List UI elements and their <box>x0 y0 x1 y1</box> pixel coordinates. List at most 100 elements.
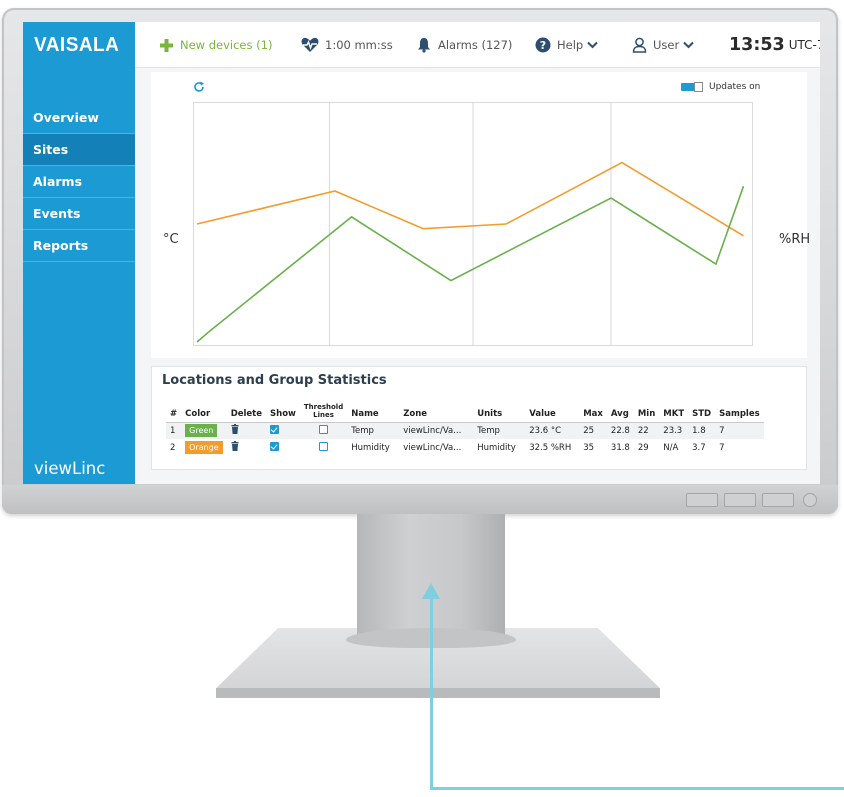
alarms-button[interactable]: Alarms (127) <box>416 22 512 68</box>
user-label: User <box>653 38 680 52</box>
sidebar-nav: Overview Sites Alarms Events Reports <box>23 102 135 262</box>
col-color: Color <box>181 400 227 423</box>
show-cell <box>266 422 300 439</box>
toggle-switch[interactable] <box>681 82 703 92</box>
location-samples: 7 <box>715 422 764 439</box>
location-name: Humidity <box>351 442 390 453</box>
line-chart-plot <box>193 102 753 346</box>
monitor-button <box>724 493 756 507</box>
trash-icon[interactable] <box>231 441 239 451</box>
help-icon: ? <box>535 37 551 53</box>
color-swatch[interactable]: Green <box>185 424 218 438</box>
location-units: Temp <box>473 422 526 439</box>
location-avg: 22.8 <box>606 422 634 439</box>
color-swatch[interactable]: Orange <box>185 441 223 454</box>
col-std: STD <box>688 400 716 423</box>
help-label: Help <box>557 38 584 52</box>
col-samples: Samples <box>715 400 764 423</box>
col-name: Name <box>347 400 400 423</box>
sidebar-item-sites[interactable]: Sites <box>23 134 135 166</box>
location-min: 22 <box>633 422 660 439</box>
series-line-green <box>196 185 745 343</box>
vaisala-logo: VAISALA <box>34 34 120 56</box>
row-number: 2 <box>170 442 176 453</box>
updates-toggle[interactable]: Updates on <box>681 82 760 92</box>
col-max: Max <box>579 400 607 423</box>
sidebar-item-alarms[interactable]: Alarms <box>23 166 135 198</box>
col-number: # <box>166 400 182 423</box>
location-units: Humidity <box>477 442 516 453</box>
delete-cell <box>227 439 266 456</box>
location-value: 23.6 °C <box>525 422 580 439</box>
callout-arrow-line <box>430 787 844 790</box>
y-axis-left-label: °C <box>163 232 179 247</box>
monitor-button <box>762 493 794 507</box>
location-zone: viewLinc/Va... <box>403 442 462 453</box>
threshold-checkbox[interactable] <box>319 424 329 434</box>
threshold-checkbox[interactable] <box>319 441 329 451</box>
clock-time: 13:53 <box>729 35 785 55</box>
clock-timezone: UTC-7 <box>788 38 820 52</box>
series-line-orange <box>196 161 744 237</box>
statistics-panel: Locations and Group Statistics # Color D… <box>151 366 807 470</box>
monitor-screen: VAISALA Overview Sites Alarms Events Rep… <box>23 22 820 484</box>
sidebar: VAISALA Overview Sites Alarms Events Rep… <box>23 22 135 484</box>
help-menu[interactable]: ? Help <box>535 22 604 68</box>
heartbeat-indicator[interactable]: 1:00 mm:ss <box>301 22 393 68</box>
col-delete: Delete <box>226 400 267 423</box>
show-cell <box>266 439 300 456</box>
statistics-title: Locations and Group Statistics <box>162 373 387 388</box>
threshold-cell <box>299 422 348 439</box>
plus-icon <box>160 38 173 52</box>
col-min: Min <box>633 400 660 423</box>
callout-arrow-line <box>430 598 433 790</box>
location-std: 1.8 <box>688 422 716 439</box>
table-row: 1 Green Temp viewLinc/Va... Temp 23.6 °C <box>166 422 764 439</box>
monitor-power-button <box>803 493 817 507</box>
sidebar-item-overview[interactable]: Overview <box>23 102 135 134</box>
table-row: 2 Orange Humidity viewLinc/Va... Humidit… <box>166 439 764 456</box>
new-devices-button[interactable]: New devices (1) <box>159 22 272 68</box>
y-axis-right-label: %RH <box>779 232 811 247</box>
location-std: 3.7 <box>692 442 706 453</box>
heart-pulse-icon <box>301 37 319 52</box>
updates-toggle-label: Updates on <box>709 82 761 92</box>
heartbeat-label: 1:00 mm:ss <box>325 38 393 52</box>
location-zone: viewLinc/Va... <box>399 422 474 439</box>
viewlinc-brand: viewLinc <box>34 459 106 478</box>
threshold-cell <box>300 439 347 456</box>
monitor-base-edge <box>216 688 660 698</box>
color-swatch-cell[interactable]: Orange <box>181 439 227 456</box>
monitor-button <box>686 493 718 507</box>
col-units: Units <box>473 400 526 423</box>
location-value: 32.5 %RH <box>529 442 572 453</box>
location-max: 35 <box>583 442 595 453</box>
color-swatch-cell[interactable]: Green <box>181 422 227 439</box>
location-mkt: N/A <box>663 442 679 453</box>
col-mkt: MKT <box>659 400 689 423</box>
location-min: 29 <box>637 442 649 453</box>
location-max: 25 <box>579 422 607 439</box>
col-avg: Avg <box>606 400 634 423</box>
location-mkt: 23.3 <box>659 422 689 439</box>
col-value: Value <box>525 400 580 423</box>
sidebar-item-reports[interactable]: Reports <box>23 230 135 262</box>
delete-cell <box>226 422 267 439</box>
show-checkbox[interactable] <box>270 424 280 434</box>
col-threshold-lines: Threshold Lines <box>299 400 348 423</box>
col-zone: Zone <box>399 400 474 423</box>
callout-arrow-head <box>422 583 440 599</box>
svg-text:?: ? <box>540 39 546 52</box>
new-devices-label: New devices (1) <box>180 38 273 52</box>
show-checkbox[interactable] <box>270 441 280 451</box>
alarms-label: Alarms (127) <box>438 38 513 52</box>
statistics-table: # Color Delete Show Threshold Lines Name… <box>166 400 764 456</box>
row-number: 1 <box>166 422 182 439</box>
clock: 13:53 UTC-7 <box>729 22 820 68</box>
location-samples: 7 <box>719 442 725 453</box>
user-menu[interactable]: User <box>632 22 700 68</box>
chevron-down-icon <box>587 41 598 49</box>
trash-icon[interactable] <box>231 424 239 435</box>
sidebar-item-events[interactable]: Events <box>23 198 135 230</box>
refresh-icon[interactable] <box>193 81 205 93</box>
